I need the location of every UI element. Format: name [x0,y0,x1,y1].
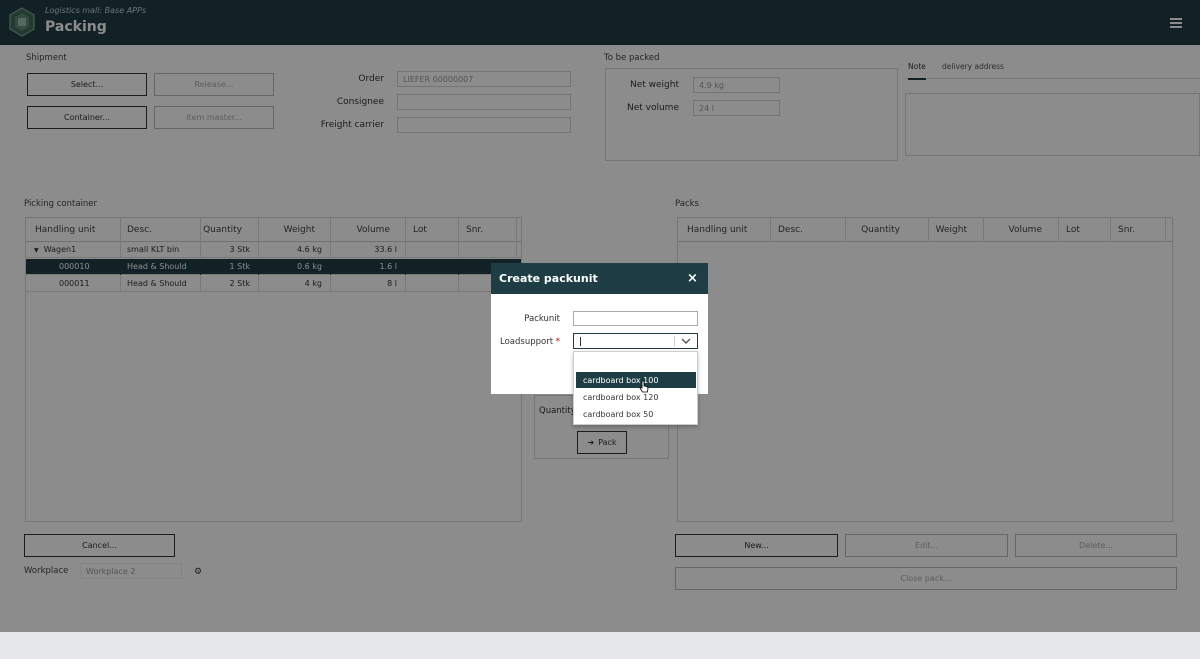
packunit-label: Packunit [524,314,560,324]
dialog-header: Create packunit × [491,263,708,294]
chevron-down-icon[interactable] [680,336,692,346]
dropdown-option[interactable]: cardboard box 50 [576,406,696,422]
loadsupport-label: Loadsupport * [491,337,560,347]
dialog-title: Create packunit [499,272,598,285]
text-caret [580,337,581,346]
packing-app: Logistics mall: Base APPs Packing Shipme… [0,0,1200,632]
dropdown-option[interactable]: cardboard box 120 [576,389,696,405]
required-marker: * [555,337,560,347]
hand-pointer-icon [639,380,649,393]
loadsupport-dropdown: cardboard box 100 cardboard box 120 card… [573,351,698,425]
packunit-input[interactable] [573,311,698,326]
loadsupport-label-text: Loadsupport [500,337,554,347]
close-icon[interactable]: × [687,272,698,285]
select-divider [674,336,675,346]
loadsupport-select[interactable] [573,333,698,349]
dropdown-option[interactable]: cardboard box 100 [576,372,696,388]
